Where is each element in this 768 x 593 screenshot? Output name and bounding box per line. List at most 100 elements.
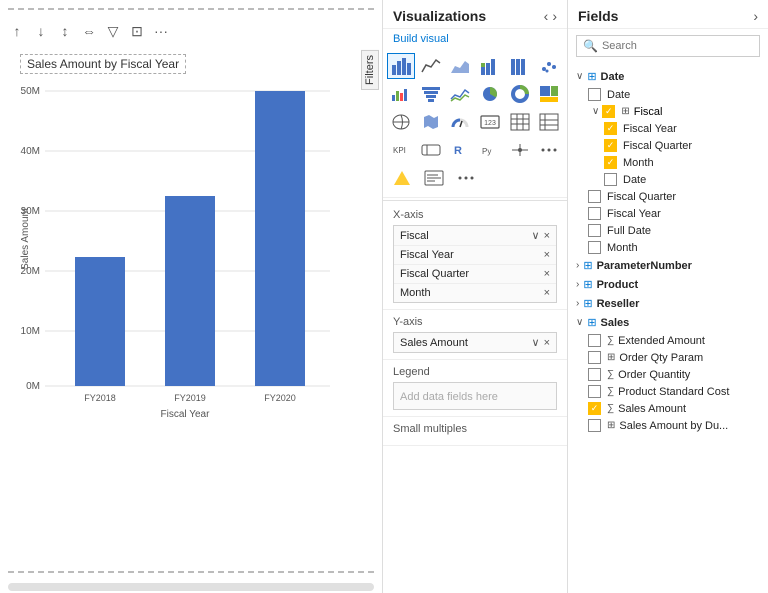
line-stacked-icon[interactable]	[446, 81, 474, 107]
field-group-parameter-header[interactable]: › ⊞ ParameterNumber	[568, 256, 768, 275]
fiscal-checkbox[interactable]	[602, 105, 615, 118]
more-visuals-icon[interactable]	[535, 137, 563, 163]
field-item-month[interactable]: Month	[568, 154, 768, 171]
treemap-icon[interactable]	[535, 81, 563, 107]
kpi-icon[interactable]: KPI	[387, 137, 415, 163]
product-expand-icon: ›	[576, 279, 579, 290]
field-item-fiscal-year[interactable]: Fiscal Year	[568, 120, 768, 137]
r-visual-icon[interactable]: R	[446, 137, 474, 163]
fiscal-quarter-checkbox[interactable]	[604, 139, 617, 152]
expand-icon[interactable]: ⇔	[80, 22, 98, 40]
card-icon[interactable]: 123	[476, 109, 504, 135]
field-item-full-date[interactable]: Full Date	[568, 222, 768, 239]
fiscal-year-checkbox[interactable]	[604, 122, 617, 135]
filter-icon[interactable]: ▽	[104, 22, 122, 40]
stacked-bar-icon[interactable]	[476, 53, 504, 79]
fiscal-quarter-remove-icon[interactable]: ×	[544, 268, 550, 280]
sort-asc-icon[interactable]: ↑	[8, 22, 26, 40]
fiscal-remove-icon[interactable]: ×	[544, 230, 550, 242]
matrix-icon[interactable]	[535, 109, 563, 135]
date-sub-checkbox[interactable]	[604, 173, 617, 186]
order-quantity-checkbox[interactable]	[588, 368, 601, 381]
sales-remove-icon[interactable]: ×	[544, 337, 550, 349]
focus-icon[interactable]: ⊡	[128, 22, 146, 40]
table-viz-icon[interactable]	[506, 109, 534, 135]
full-date-checkbox[interactable]	[588, 224, 601, 237]
field-item-order-qty-param[interactable]: ⊞ Order Qty Param	[568, 349, 768, 366]
sales-amount-du-checkbox[interactable]	[588, 419, 601, 432]
bar-chart-icon[interactable]	[387, 53, 415, 79]
field-item-month-2[interactable]: Month	[568, 239, 768, 256]
bar-fy2019[interactable]	[165, 196, 215, 386]
product-standard-cost-checkbox[interactable]	[588, 385, 601, 398]
legend-drop-area[interactable]: Add data fields here	[393, 382, 557, 410]
field-group-product-header[interactable]: › ⊞ Product	[568, 275, 768, 294]
scatter-icon[interactable]	[535, 53, 563, 79]
field-item-order-quantity[interactable]: ∑ Order Quantity	[568, 366, 768, 383]
order-qty-param-checkbox[interactable]	[588, 351, 601, 364]
x-axis-pill-fiscal-quarter[interactable]: Fiscal Quarter ×	[394, 265, 556, 284]
more-icon[interactable]: ···	[152, 22, 170, 40]
field-item-extended-amount[interactable]: ∑ Extended Amount	[568, 332, 768, 349]
waterfall-icon[interactable]	[387, 81, 415, 107]
date-checkbox[interactable]	[588, 88, 601, 101]
field-group-sales-header[interactable]: ∨ ⊞ Sales	[568, 313, 768, 332]
fiscal-quarter-2-label: Fiscal Quarter	[607, 191, 676, 203]
search-input[interactable]	[602, 40, 753, 52]
ai-visual-icon[interactable]	[387, 165, 417, 191]
field-item-fiscal-quarter-2[interactable]: Fiscal Quarter	[568, 188, 768, 205]
month-remove-icon[interactable]: ×	[544, 287, 550, 299]
gauge-icon[interactable]	[446, 109, 474, 135]
field-item-date[interactable]: Date	[568, 86, 768, 103]
fiscal-subgroup-header[interactable]: ∨ ⊞ Fiscal	[568, 103, 768, 120]
viz-collapse-icon[interactable]: ‹	[544, 8, 549, 24]
slicer-icon[interactable]	[417, 137, 445, 163]
field-group-date-header[interactable]: ∨ ⊞ Date	[568, 67, 768, 86]
sales-amount-checkbox[interactable]	[588, 402, 601, 415]
fiscal-year-remove-icon[interactable]: ×	[544, 249, 550, 261]
python-visual-icon[interactable]: Py	[476, 137, 504, 163]
map-icon[interactable]	[387, 109, 415, 135]
build-visual-tab[interactable]: Build visual	[383, 29, 567, 49]
sales-chevron-icon[interactable]: ∨	[532, 336, 540, 349]
search-box[interactable]: 🔍	[576, 35, 760, 57]
y-axis-pill-sales[interactable]: Sales Amount ∨ ×	[394, 333, 556, 352]
more-options-icon[interactable]	[451, 165, 481, 191]
field-item-sales-amount[interactable]: ∑ Sales Amount	[568, 400, 768, 417]
fiscal-chevron-icon[interactable]: ∨	[532, 229, 540, 242]
pie-chart-icon[interactable]	[476, 81, 504, 107]
filters-tab[interactable]: Filters	[361, 50, 379, 90]
field-item-product-standard-cost[interactable]: ∑ Product Standard Cost	[568, 383, 768, 400]
decomp-tree-icon[interactable]	[506, 137, 534, 163]
month-2-checkbox[interactable]	[588, 241, 601, 254]
sort-desc-icon[interactable]: ↓	[32, 22, 50, 40]
month-checkbox[interactable]	[604, 156, 617, 169]
x-axis-pill-fiscal[interactable]: Fiscal ∨ ×	[394, 226, 556, 246]
bar-fy2020[interactable]	[255, 91, 305, 386]
funnel-icon[interactable]	[417, 81, 445, 107]
field-item-fiscal-quarter[interactable]: Fiscal Quarter	[568, 137, 768, 154]
chart-scrollbar[interactable]	[8, 583, 374, 591]
x-axis-pill-month[interactable]: Month ×	[394, 284, 556, 302]
line-chart-icon[interactable]	[417, 53, 445, 79]
area-chart-icon[interactable]	[446, 53, 474, 79]
viz-expand-icon[interactable]: ›	[552, 8, 557, 24]
sort-icon-2[interactable]: ↕	[56, 22, 74, 40]
fields-expand-icon[interactable]: ›	[753, 8, 758, 24]
filled-map-icon[interactable]	[417, 109, 445, 135]
viz-arrows: ‹ ›	[544, 8, 557, 24]
viz-icons-row-1	[387, 53, 563, 79]
donut-chart-icon[interactable]	[506, 81, 534, 107]
viz-icons-section: 123 KPI R	[383, 49, 567, 198]
field-group-reseller-header[interactable]: › ⊞ Reseller	[568, 294, 768, 313]
fiscal-quarter-2-checkbox[interactable]	[588, 190, 601, 203]
field-item-sales-amount-du[interactable]: ⊞ Sales Amount by Du...	[568, 417, 768, 434]
smart-narrative-icon[interactable]	[419, 165, 449, 191]
fiscal-year-2-checkbox[interactable]	[588, 207, 601, 220]
100pct-bar-icon[interactable]	[506, 53, 534, 79]
bar-fy2018[interactable]	[75, 257, 125, 386]
field-item-fiscal-year-2[interactable]: Fiscal Year	[568, 205, 768, 222]
x-axis-pill-fiscal-year[interactable]: Fiscal Year ×	[394, 246, 556, 265]
field-item-date-sub[interactable]: Date	[568, 171, 768, 188]
extended-amount-checkbox[interactable]	[588, 334, 601, 347]
